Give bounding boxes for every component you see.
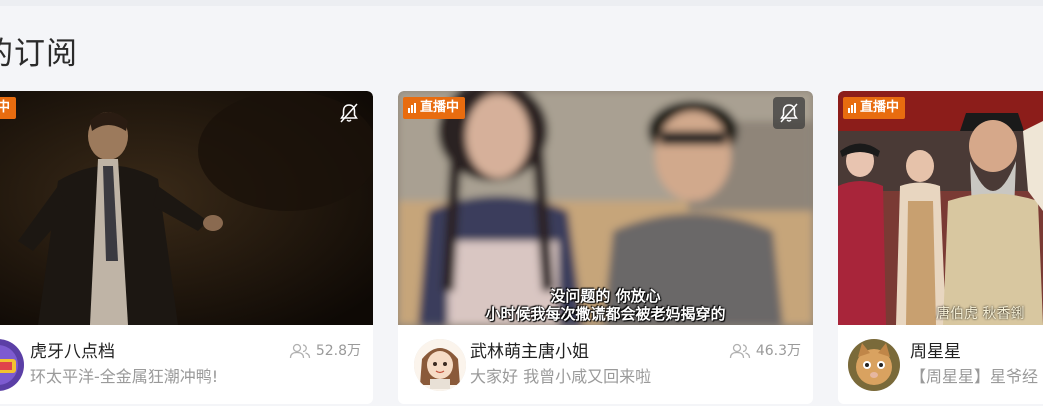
viewers-icon [729,343,750,359]
viewer-count-value: 46.3万 [755,343,801,359]
viewer-count: 46.3万 [729,341,801,361]
notification-off-button[interactable] [333,97,365,129]
top-bar [0,0,1043,6]
stream-thumbnail[interactable]: 直播中 [0,91,373,325]
live-badge: 直播中 [843,97,906,119]
bell-off-icon [340,103,358,123]
live-badge-label: 直播中 [0,100,11,115]
stream-title[interactable]: 环太平洋-全金属狂潮冲鸭! [30,365,218,389]
streamer-avatar[interactable] [414,339,466,391]
live-card-1[interactable]: 没问题的 你放心 小时候我每次撒谎都会被老妈揭穿的 直播中 武林萌主唐小姐 大家… [398,91,813,404]
live-badge-label: 直播中 [420,100,460,115]
stream-title[interactable]: 【周星星】星爷经 [910,365,1038,389]
live-badge-label: 直播中 [860,100,900,115]
viewer-count: 52.8万 [289,341,361,361]
streamer-name[interactable]: 周星星 [910,340,961,364]
signal-bars-icon [848,103,856,113]
stream-thumbnail[interactable]: 唐伯虎 秋香鋓 直播中 [838,91,1043,325]
viewers-icon [289,343,310,359]
live-card-2[interactable]: 唐伯虎 秋香鋓 直播中 周星星 【周星星】星爷经 [838,91,1043,404]
streamer-name[interactable]: 虎牙八点档 [30,340,115,364]
streamer-name[interactable]: 武林萌主唐小姐 [470,340,589,364]
video-corner-caption: 唐伯虎 秋香鋓 [936,306,1025,322]
streamer-avatar[interactable] [848,339,900,391]
video-subtitle-line-1: 没问题的 你放心 [550,287,661,305]
video-subtitle-line-2: 小时候我每次撒谎都会被老妈揭穿的 [485,305,726,323]
stream-title[interactable]: 大家好 我曾小咸又回来啦 [470,365,651,389]
live-badge: 直播中 [0,97,17,119]
signal-bars-icon [408,103,416,113]
notification-off-button[interactable] [773,97,805,129]
bell-off-icon [780,103,798,123]
section-title: 的订阅 [0,36,78,72]
stream-thumbnail[interactable]: 没问题的 你放心 小时候我每次撒谎都会被老妈揭穿的 直播中 [398,91,813,325]
live-badge: 直播中 [403,97,466,119]
live-card-0[interactable]: 直播中 虎牙八点档 环太平洋-全金属狂潮冲鸭! 52.8万 [0,91,373,404]
streamer-avatar[interactable] [0,339,24,391]
viewer-count-value: 52.8万 [315,343,361,359]
